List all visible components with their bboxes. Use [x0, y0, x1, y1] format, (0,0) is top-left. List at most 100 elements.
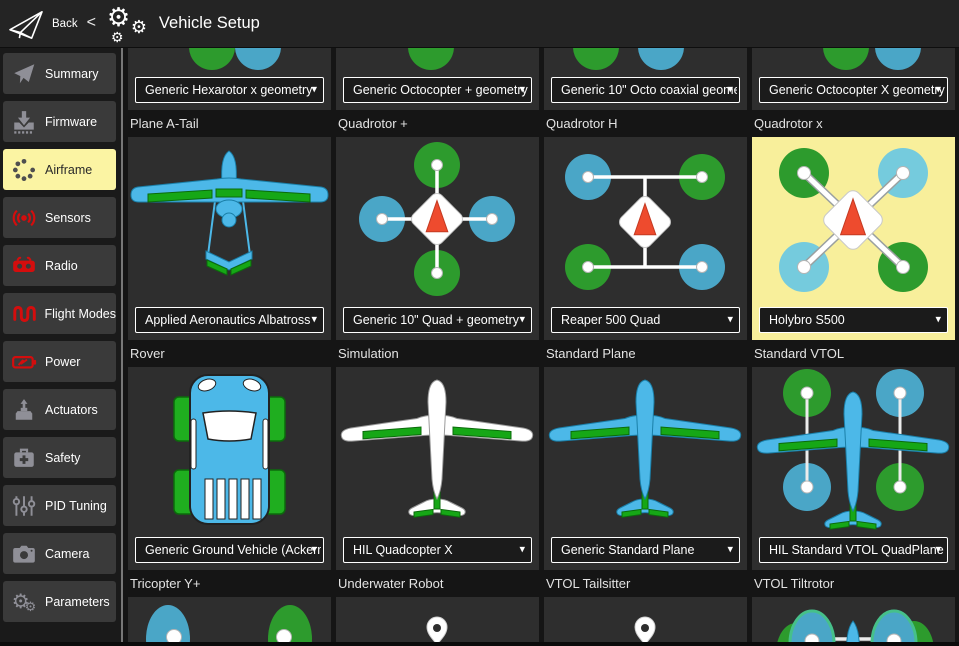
airframe-image-plane-a-tail [128, 137, 331, 302]
airframe-category-label: Underwater Robot [336, 570, 539, 597]
dropdown-selected-value: Generic Ground Vehicle (Ackermann) [145, 538, 321, 562]
airframe-category-label: Quadrotor + [336, 110, 539, 137]
vehicle-setup-gears-icon: ⚙⚙⚙ [105, 1, 153, 47]
airframe-cell-octocopter-plus-partial: ▾Generic Octocopter + geometry [336, 48, 539, 110]
sidebar-item-pid-tuning[interactable]: PID Tuning [3, 485, 116, 526]
airframe-category-label: Tricopter Y+ [128, 570, 331, 597]
airframe-cell-standard-vtol: Standard VTOL ▾HIL Standard VTOL QuadPla… [752, 340, 955, 570]
airframe-tile-standard-vtol[interactable]: ▾HIL Standard VTOL QuadPlane [752, 367, 955, 570]
airframe-tile-simulation[interactable]: ▾HIL Quadcopter X [336, 367, 539, 570]
airframe-variant-dropdown-reaper-500-quad[interactable]: ▾Reaper 500 Quad [551, 307, 740, 333]
dropdown-selected-value: Reaper 500 Quad [561, 308, 737, 332]
airframe-image-tiltrotor-partial [752, 597, 955, 646]
airframe-cell-octo-coaxial-partial: ▾Generic 10" Octo coaxial geometry [544, 48, 747, 110]
airframe-image-rover [128, 367, 331, 532]
qgc-paper-plane-logo-icon [7, 9, 45, 41]
wave-icon [3, 301, 44, 327]
airframe-variant-dropdown-generic-ground-vehicle-ackermann[interactable]: ▾Generic Ground Vehicle (Ackermann) [135, 537, 324, 563]
airframe-variant-dropdown-generic-octocopter-x-geometry[interactable]: ▾Generic Octocopter X geometry [759, 77, 948, 103]
airframe-tile-quadrotor[interactable]: ▾Generic 10" Quad + geometry [336, 137, 539, 340]
airframe-cell-standard-plane: Standard Plane ▾Generic Standard Plane [544, 340, 747, 570]
window-bottom-edge [0, 642, 959, 646]
sidebar-item-label: Flight Modes [44, 307, 116, 321]
airframe-variant-dropdown-generic-10-quad-geometry[interactable]: ▾Generic 10" Quad + geometry [343, 307, 532, 333]
airframe-variant-dropdown-generic-hexarotor-x-geometry[interactable]: ▾Generic Hexarotor x geometry [135, 77, 324, 103]
sidebar-item-sensors[interactable]: Sensors [3, 197, 116, 238]
paper-plane-icon [3, 61, 45, 87]
airframe-tile-plane-a-tail[interactable]: ▾Applied Aeronautics Albatross [128, 137, 331, 340]
airframe-cell-plane-a-tail: Plane A-Tail ▾Applied Aeronautics Albatr… [128, 110, 331, 340]
sidebar-item-power[interactable]: Power [3, 341, 116, 382]
sidebar-item-flight-modes[interactable]: Flight Modes [3, 293, 116, 334]
vehicle-setup-screen: { "header": { "back_label": "Back", "che… [0, 0, 959, 646]
airframe-tile-octocopter-x-partial[interactable]: ▾Generic Octocopter X geometry [752, 48, 955, 110]
signal-waves-icon [3, 205, 45, 231]
airframe-image-standard-plane [544, 367, 747, 532]
dropdown-selected-value: Holybro S500 [769, 308, 945, 332]
airframe-tile-quadrotor-h[interactable]: ▾Reaper 500 Quad [544, 137, 747, 340]
airframe-cell-tricopter-y: Tricopter Y+ [128, 570, 331, 646]
airframe-tile-hexarotor-x-partial[interactable]: ▾Generic Hexarotor x geometry [128, 48, 331, 110]
sidebar-item-radio[interactable]: Radio [3, 245, 116, 286]
airframe-tile-octo-coaxial-partial[interactable]: ▾Generic 10" Octo coaxial geometry [544, 48, 747, 110]
sidebar-item-actuators[interactable]: Actuators [3, 389, 116, 430]
airframe-grid: ▾Generic Hexarotor x geometry ▾Generic Oc… [128, 48, 955, 646]
radio-icon [3, 253, 45, 279]
dropdown-selected-value: Generic Octocopter + geometry [353, 78, 529, 102]
airframe-tile-tricopter-y[interactable] [128, 597, 331, 646]
airframe-tile-standard-plane[interactable]: ▾Generic Standard Plane [544, 367, 747, 570]
back-button[interactable] [7, 9, 45, 41]
sidebar-item-label: Camera [45, 547, 89, 561]
airframe-tile-vtol-tailsitter[interactable] [544, 597, 747, 646]
setup-sidebar: Summary Firmware Airframe Sensors Radio Fligh… [0, 48, 121, 646]
airframe-cell-underwater-robot: Underwater Robot [336, 570, 539, 646]
sidebar-divider [121, 48, 123, 646]
airframe-cell-quadrotor-x: Quadrotor x ▾Holybro S500 [752, 110, 955, 340]
airframe-category-label: Quadrotor H [544, 110, 747, 137]
sidebar-item-firmware[interactable]: Firmware [3, 101, 116, 142]
sidebar-item-summary[interactable]: Summary [3, 53, 116, 94]
airframe-image-quadrotor-plus [336, 137, 539, 302]
airframe-variant-dropdown-hil-quadcopter-x[interactable]: ▾HIL Quadcopter X [343, 537, 532, 563]
sliders-icon [3, 493, 45, 519]
airframe-category-label: VTOL Tiltrotor [752, 570, 955, 597]
airframe-variant-dropdown-generic-10-octo-coaxial-geometry[interactable]: ▾Generic 10" Octo coaxial geometry [551, 77, 740, 103]
sidebar-item-label: Actuators [45, 403, 98, 417]
dropdown-selected-value: Generic Standard Plane [561, 538, 737, 562]
airframe-image-quadrotor-h [544, 137, 747, 302]
sidebar-item-label: Sensors [45, 211, 91, 225]
sidebar-item-safety[interactable]: Safety [3, 437, 116, 478]
airframe-tile-octocopter-plus-partial[interactable]: ▾Generic Octocopter + geometry [336, 48, 539, 110]
airframe-category-label: Standard Plane [544, 340, 747, 367]
airframe-variant-dropdown-hil-standard-vtol-quadplane[interactable]: ▾HIL Standard VTOL QuadPlane [759, 537, 948, 563]
airframe-category-label: Rover [128, 340, 331, 367]
airframe-category-label: Simulation [336, 340, 539, 367]
airframe-grid-viewport: ▾Generic Hexarotor x geometry ▾Generic Oc… [123, 48, 959, 646]
dropdown-selected-value: Generic 10" Quad + geometry [353, 308, 529, 332]
airframe-image-hexarotor-x-partial [128, 48, 331, 72]
sidebar-item-label: PID Tuning [45, 499, 107, 513]
airframe-tile-rover[interactable]: ▾Generic Ground Vehicle (Ackermann) [128, 367, 331, 570]
sidebar-item-airframe[interactable]: Airframe [3, 149, 116, 190]
airframe-cell-vtol-tiltrotor: VTOL Tiltrotor [752, 570, 955, 646]
camera-icon [3, 541, 45, 567]
airframe-variant-dropdown-generic-standard-plane[interactable]: ▾Generic Standard Plane [551, 537, 740, 563]
motor-icon [3, 397, 45, 423]
sidebar-item-parameters[interactable]: ⚙⚙Parameters [3, 581, 116, 622]
airframe-cell-rover: Rover ▾Generic Ground Vehicle (Ackermann… [128, 340, 331, 570]
sidebar-item-camera[interactable]: Camera [3, 533, 116, 574]
airframe-variant-dropdown-applied-aeronautics-albatross[interactable]: ▾Applied Aeronautics Albatross [135, 307, 324, 333]
back-label[interactable]: Back [52, 18, 78, 30]
airframe-tile-underwater-robot[interactable] [336, 597, 539, 646]
airframe-variant-dropdown-generic-octocopter-geometry[interactable]: ▾Generic Octocopter + geometry [343, 77, 532, 103]
dropdown-selected-value: HIL Quadcopter X [353, 538, 529, 562]
airframe-tile-vtol-tiltrotor[interactable] [752, 597, 955, 646]
battery-icon [3, 349, 45, 375]
airframe-category-label: Quadrotor x [752, 110, 955, 137]
dropdown-selected-value: Generic Hexarotor x geometry [145, 78, 321, 102]
airframe-tile-quadrotor-x[interactable]: ▾Holybro S500 [752, 137, 955, 340]
airframe-variant-dropdown-holybro-s500[interactable]: ▾Holybro S500 [759, 307, 948, 333]
airframe-category-label: VTOL Tailsitter [544, 570, 747, 597]
airframe-image-octocopter-x-partial [752, 48, 955, 72]
dropdown-selected-value: Generic 10" Octo coaxial geometry [561, 78, 737, 102]
